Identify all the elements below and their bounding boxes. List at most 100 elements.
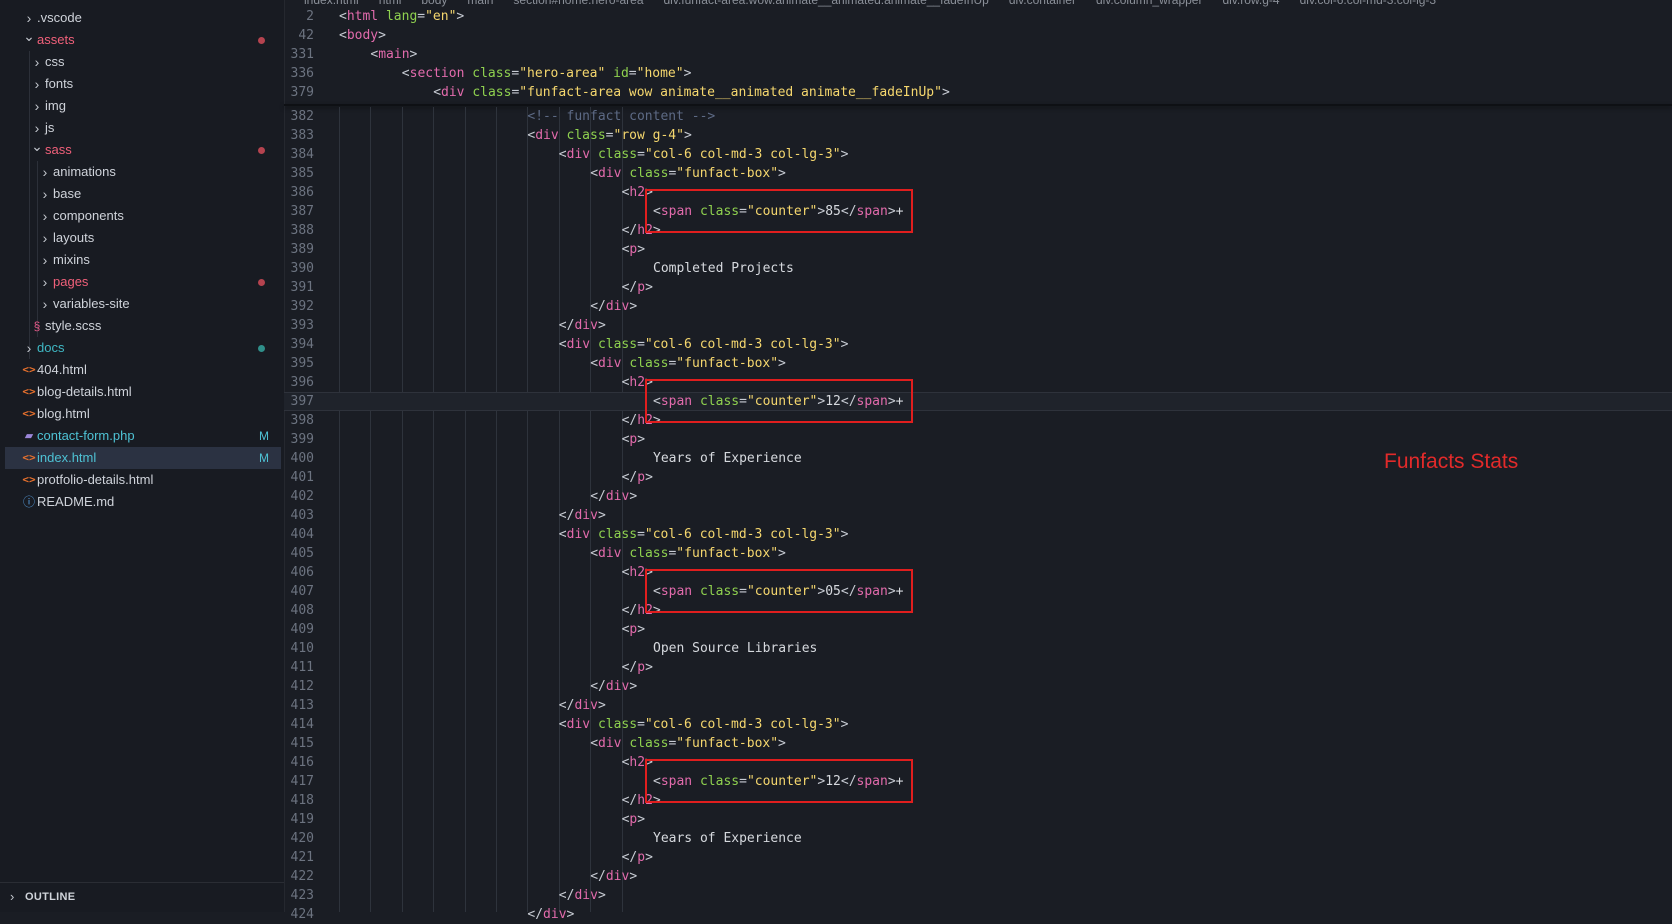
code-token: > (778, 546, 786, 561)
tree-item[interactable]: <> blog.html (5, 403, 281, 425)
code-line[interactable]: 386 <h2> (284, 183, 1672, 202)
code-line[interactable]: 383 <div class="row g-4"> (284, 126, 1672, 145)
tree-item[interactable]: › css (5, 51, 281, 73)
tree-item[interactable]: › .vscode (5, 7, 281, 29)
code-line[interactable]: 391 </p> (284, 278, 1672, 297)
code-token: class (597, 527, 638, 542)
code-line[interactable]: 420 Years of Experience (284, 829, 1672, 848)
breadcrumb-item[interactable]: index.html (304, 0, 359, 7)
code-token: "en" (425, 9, 457, 24)
tree-item[interactable]: › components (5, 205, 281, 227)
code-line[interactable]: 392 </div> (284, 297, 1672, 316)
code-line[interactable]: 413 </div> (284, 696, 1672, 715)
breadcrumb-item[interactable]: div.funfact-area.wow.animate__animated.a… (664, 0, 989, 7)
chevron-right-icon: › (42, 186, 48, 202)
tree-item[interactable]: › layouts (5, 227, 281, 249)
code-line[interactable]: 418 </h2> (284, 791, 1672, 810)
code-line[interactable]: 404 <div class="col-6 col-md-3 col-lg-3"> (284, 525, 1672, 544)
code-token: < (590, 166, 599, 181)
breadcrumb-item[interactable]: div.row.g-4 (1222, 0, 1279, 7)
code-line[interactable]: 408 </h2> (284, 601, 1672, 620)
breadcrumb-item[interactable]: section#home.hero-area (513, 0, 643, 7)
code-token: div (605, 299, 630, 314)
code-line[interactable]: 412 </div> (284, 677, 1672, 696)
tree-item-label: contact-form.php (37, 428, 135, 443)
tree-item[interactable]: <> blog-details.html (5, 381, 281, 403)
code-line[interactable]: 422 </div> (284, 867, 1672, 886)
code-line[interactable]: 403 </div> (284, 506, 1672, 525)
tree-item[interactable]: <> protfolio-details.html (5, 469, 281, 491)
code-line[interactable]: 411 </p> (284, 658, 1672, 677)
code-line[interactable]: 382 <!-- funfact content --> (284, 107, 1672, 126)
tree-item[interactable]: › pages (5, 271, 281, 293)
tree-item[interactable]: › animations (5, 161, 281, 183)
code-line[interactable]: 424 </div> (284, 905, 1672, 924)
code-editor[interactable]: index.html html body main section#home.hero-… (284, 0, 1672, 922)
breadcrumb-item[interactable]: html (379, 0, 402, 7)
tree-item[interactable]: › img (5, 95, 281, 117)
tree-item[interactable]: ⓘ README.md (5, 491, 281, 513)
code-token: = (637, 717, 645, 732)
counter-highlight-box (645, 379, 914, 423)
code-line[interactable]: 394 <div class="col-6 col-md-3 col-lg-3"> (284, 335, 1672, 354)
chevron-right-icon: › (42, 208, 48, 224)
code-line[interactable]: 405 <div class="funfact-box"> (284, 544, 1672, 563)
code-line[interactable]: 387 <span class="counter">85</span>+ (284, 202, 1672, 221)
tree-item[interactable]: ⌄ assets (5, 28, 281, 51)
code-line[interactable]: 410 Open Source Libraries (284, 639, 1672, 658)
code-line[interactable]: 398 </h2> (284, 411, 1672, 430)
code-line[interactable]: 409 <p> (284, 620, 1672, 639)
tree-item[interactable]: › docs (5, 337, 281, 359)
outline-section-header[interactable]: › OUTLINE (0, 882, 284, 912)
code-line[interactable]: 396 <h2> (284, 373, 1672, 392)
code-line[interactable]: 399 <p> (284, 430, 1672, 449)
code-line[interactable]: 423 </div> (284, 886, 1672, 905)
tree-item[interactable]: › js (5, 117, 281, 139)
code-text: <p> (622, 810, 645, 829)
code-line[interactable]: 416 <h2> (284, 753, 1672, 772)
code-token: class (629, 166, 669, 181)
code-line[interactable]: 421 </p> (284, 848, 1672, 867)
code-line[interactable]: 390 Completed Projects (284, 259, 1672, 278)
tree-item[interactable]: › mixins (5, 249, 281, 271)
breadcrumb-item[interactable]: div.container (1009, 0, 1076, 7)
tree-item[interactable]: <> 404.html (5, 359, 281, 381)
code-line[interactable]: 395 <div class="funfact-box"> (284, 354, 1672, 373)
line-number: 414 (290, 717, 314, 732)
code-line[interactable]: 417 <span class="counter">12</span>+ (284, 772, 1672, 791)
tree-item[interactable]: ▰ contact-form.php M (5, 425, 281, 447)
code-line[interactable]: 385 <div class="funfact-box"> (284, 164, 1672, 183)
tree-item[interactable]: ⌄ sass (5, 138, 281, 161)
code-line[interactable]: 407 <span class="counter">05</span>+ (284, 582, 1672, 601)
breadcrumb-item[interactable]: main (467, 0, 493, 7)
breadcrumb-item[interactable]: body (421, 0, 447, 7)
line-number: 420 (290, 831, 314, 846)
code-line[interactable]: 406 <h2> (284, 563, 1672, 582)
tree-item[interactable]: § style.scss (5, 315, 281, 337)
code-line[interactable]: 336 <section class="hero-area" id="home"> (284, 64, 1672, 83)
tree-item[interactable]: <> index.html M (5, 447, 281, 469)
tree-item[interactable]: › fonts (5, 73, 281, 95)
line-number: 395 (290, 356, 314, 371)
code-line[interactable]: 384 <div class="col-6 col-md-3 col-lg-3"> (284, 145, 1672, 164)
code-line[interactable]: 419 <p> (284, 810, 1672, 829)
breadcrumb-item[interactable]: div.column_wrapper (1096, 0, 1203, 7)
code-line[interactable]: 415 <div class="funfact-box"> (284, 734, 1672, 753)
code-line[interactable]: 388 </h2> (284, 221, 1672, 240)
code-line[interactable]: 402 </div> (284, 487, 1672, 506)
code-token: class (629, 546, 669, 561)
breadcrumb-item[interactable]: div.col-6.col-md-3.col-lg-3 (1300, 0, 1436, 7)
code-line[interactable]: 414 <div class="col-6 col-md-3 col-lg-3"> (284, 715, 1672, 734)
code-line[interactable]: 397 <span class="counter">12</span>+ (284, 392, 1672, 411)
code-line[interactable]: 389 <p> (284, 240, 1672, 259)
code-line[interactable]: 331 <main> (284, 45, 1672, 64)
info-icon: ⓘ (22, 495, 35, 509)
tree-item[interactable]: › base (5, 183, 281, 205)
code-line[interactable]: 2 <html lang="en"> (284, 7, 1672, 26)
code-line[interactable]: 393 </div> (284, 316, 1672, 335)
tree-item[interactable]: › variables-site (5, 293, 281, 315)
code-line[interactable]: 379 <div class="funfact-area wow animate_… (284, 83, 1672, 102)
code-token: </ (590, 489, 606, 504)
code-line[interactable]: 42 <body> (284, 26, 1672, 45)
code-token: </ (621, 470, 638, 485)
